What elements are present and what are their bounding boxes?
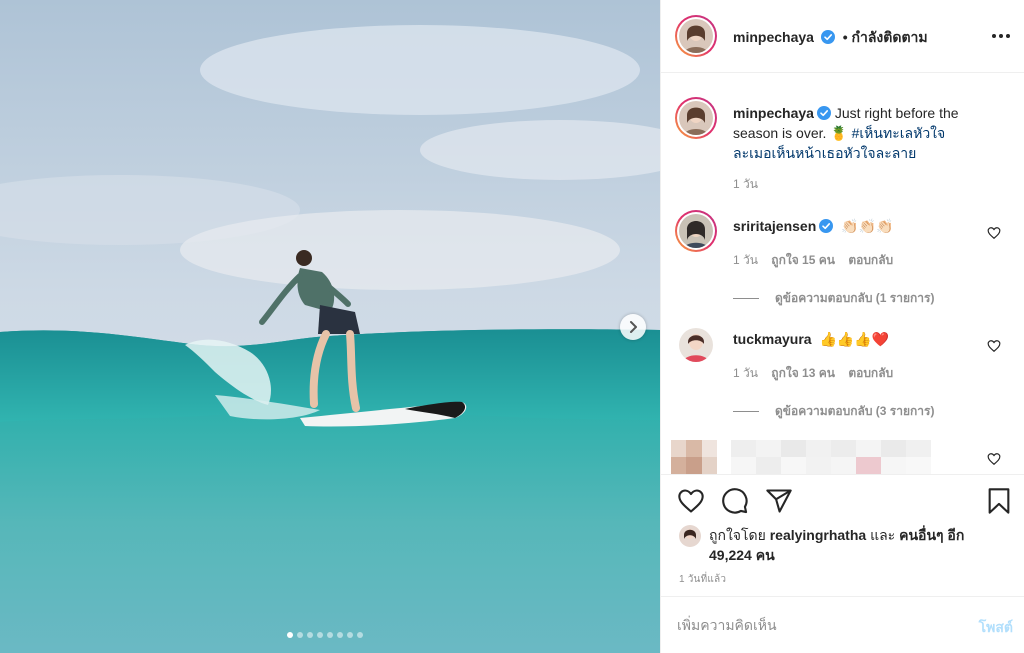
reply-button[interactable]: ตอบกลับ <box>848 253 893 267</box>
carousel-dot <box>317 632 323 638</box>
comment-username[interactable]: sriritajensen <box>733 218 816 234</box>
bookmark-icon[interactable] <box>985 487 1013 515</box>
obscured-avatar <box>671 440 717 474</box>
add-comment-input[interactable] <box>677 613 957 637</box>
carousel-dot <box>357 632 363 638</box>
comment-meta: 1 วัน ถูกใจ 15 คน ตอบกลับ <box>733 251 903 270</box>
author-username[interactable]: minpechaya <box>733 29 814 45</box>
chevron-right-icon <box>630 321 637 333</box>
obscured-comment <box>731 440 931 474</box>
caption-avatar-image <box>679 101 713 135</box>
following-button[interactable]: กำลังติดตาม <box>852 29 928 45</box>
share-icon[interactable] <box>765 487 793 515</box>
view-replies-label: ดูข้อความตอบกลับ (1 รายการ) <box>775 291 935 305</box>
comment-icon[interactable] <box>721 487 749 515</box>
comment-row: sriritajensen 👏🏻👏🏻👏🏻 <box>733 218 893 235</box>
caption-time[interactable]: 1 วัน <box>733 177 758 191</box>
carousel-dot <box>337 632 343 638</box>
comment-like-heart-icon[interactable] <box>987 226 1001 240</box>
post-header: minpechaya • กำลังติดตาม <box>661 0 1024 73</box>
carousel-dot <box>297 632 303 638</box>
reply-button[interactable]: ตอบกลับ <box>848 366 893 380</box>
comment-avatar[interactable] <box>679 328 713 362</box>
comment-text: 👍👍👍❤️ <box>819 331 890 347</box>
caption-author-avatar[interactable] <box>675 97 717 139</box>
post-timestamp[interactable]: 1 วันที่แล้ว <box>679 572 726 587</box>
post-media[interactable] <box>0 0 660 653</box>
verified-badge-icon <box>820 30 835 44</box>
comment-time[interactable]: 1 วัน <box>733 253 758 267</box>
carousel-indicator <box>287 632 363 638</box>
comments-list[interactable]: minpechaya Just right before the season … <box>661 74 1024 474</box>
verified-badge-icon <box>816 106 831 120</box>
comment-avatar-image <box>679 328 713 362</box>
comment-avatar[interactable] <box>675 210 717 252</box>
replies-divider <box>733 411 759 412</box>
author-avatar[interactable] <box>675 15 717 57</box>
liked-by-prefix: ถูกใจโดย <box>709 527 766 543</box>
view-replies-label: ดูข้อความตอบกลับ (3 รายการ) <box>775 404 935 418</box>
liked-by-avatar[interactable] <box>679 525 701 550</box>
post-actions: ถูกใจโดย realyingrhatha และ คนอื่นๆ อีก … <box>661 474 1024 595</box>
comment-like-heart-icon[interactable] <box>987 452 1001 466</box>
carousel-dot <box>287 632 293 638</box>
heart-icon[interactable] <box>677 487 705 515</box>
pineapple-emoji: 🍍 <box>830 125 848 141</box>
view-replies-button[interactable]: ดูข้อความตอบกลับ (3 รายการ) <box>733 402 934 421</box>
author-avatar-image <box>679 19 713 53</box>
add-comment-bar: โพสต์ <box>661 596 1024 653</box>
comment-avatar-image <box>679 214 713 248</box>
next-photo-button[interactable] <box>620 314 646 340</box>
comment-row: tuckmayura 👍👍👍❤️ <box>733 331 889 348</box>
caption-meta: 1 วัน <box>733 175 768 194</box>
view-replies-button[interactable]: ดูข้อความตอบกลับ (1 รายการ) <box>733 289 934 308</box>
comment-likes-count[interactable]: ถูกใจ 15 คน <box>771 253 835 267</box>
comment-meta: 1 วัน ถูกใจ 13 คน ตอบกลับ <box>733 364 903 383</box>
comment-like-heart-icon[interactable] <box>987 339 1001 353</box>
post-comment-button[interactable]: โพสต์ <box>979 617 1013 639</box>
liked-by-avatar-image <box>679 525 701 547</box>
comment-username[interactable]: tuckmayura <box>733 331 812 347</box>
more-options-icon <box>992 34 1010 38</box>
post-side-panel: minpechaya • กำลังติดตาม minpechaya Just… <box>660 0 1024 653</box>
liked-by-username[interactable]: realyingrhatha <box>770 527 866 543</box>
caption: minpechaya Just right before the season … <box>733 103 983 163</box>
comment-text: 👏🏻👏🏻👏🏻 <box>841 218 894 234</box>
caption-username[interactable]: minpechaya <box>733 105 814 121</box>
carousel-dot <box>347 632 353 638</box>
comment-likes-count[interactable]: ถูกใจ 13 คน <box>771 366 835 380</box>
verified-badge-icon <box>819 219 834 233</box>
liked-by-and: และ <box>870 527 896 543</box>
comment-time[interactable]: 1 วัน <box>733 366 758 380</box>
instagram-post-view: minpechaya • กำลังติดตาม minpechaya Just… <box>0 0 1024 653</box>
follow-separator: • <box>842 29 848 45</box>
more-options-button[interactable] <box>989 24 1013 48</box>
replies-divider <box>733 298 759 299</box>
carousel-dot <box>307 632 313 638</box>
carousel-dot <box>327 632 333 638</box>
likes-summary: ถูกใจโดย realyingrhatha และ คนอื่นๆ อีก … <box>709 525 979 565</box>
surfing-photo <box>0 0 660 653</box>
